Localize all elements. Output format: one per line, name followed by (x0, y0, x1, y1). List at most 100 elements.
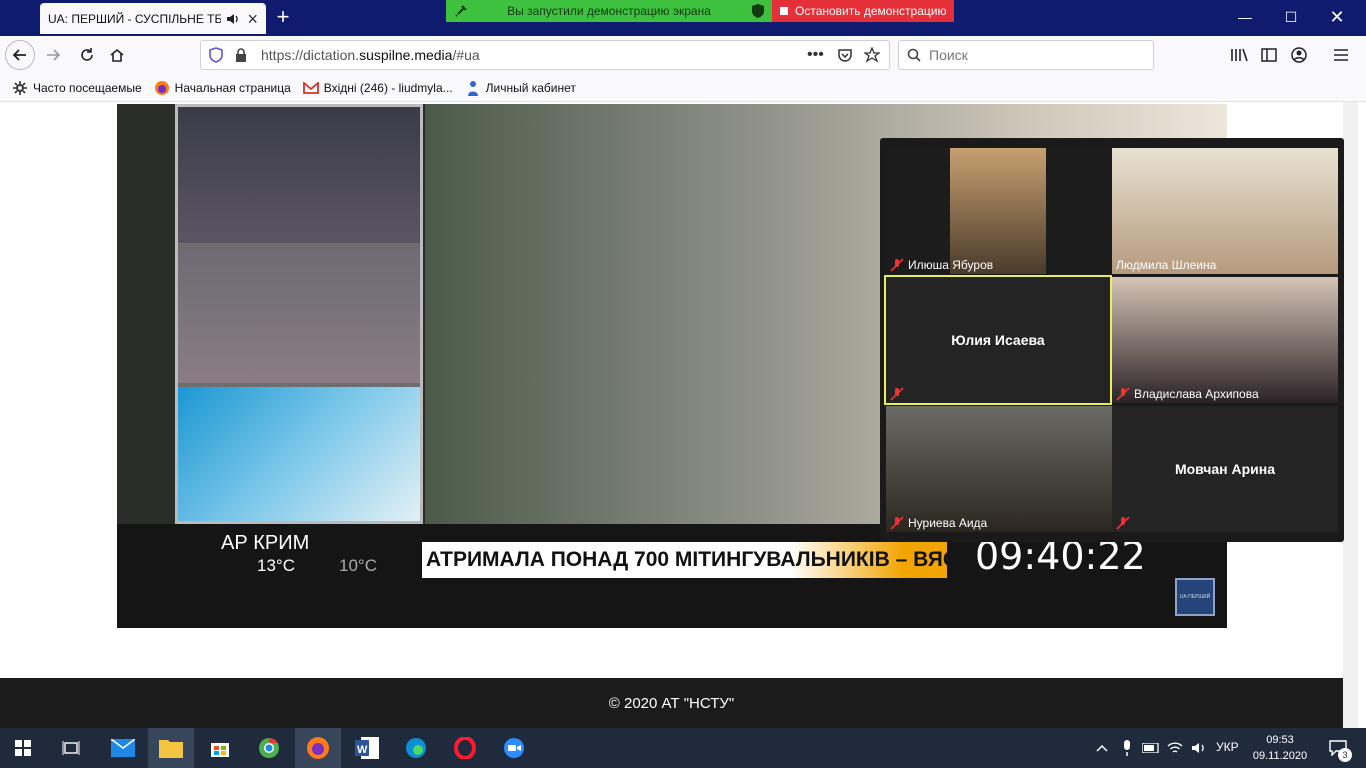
video-left-panel (175, 104, 423, 524)
taskbar-chrome[interactable] (246, 728, 292, 768)
participant-name-center: Юлия Исаева (951, 332, 1045, 348)
notifications-button[interactable]: 3 (1318, 728, 1358, 768)
firefox-icon (307, 737, 329, 759)
taskbar-opera[interactable] (442, 728, 488, 768)
weather-night-temp: 10°C (339, 556, 377, 575)
sidebar-button[interactable] (1254, 40, 1284, 70)
stop-share-button[interactable]: Остановить демонстрацию (772, 0, 954, 22)
participant-video (950, 148, 1046, 274)
chevron-up-icon (1096, 744, 1108, 752)
bookmark-gmail[interactable]: Вхідні (246) - liudmyla... (302, 80, 453, 96)
home-button[interactable] (102, 40, 132, 70)
folder-icon (159, 740, 183, 758)
news-ticker: АТРИМАЛА ПОНАД 700 МІТИНГУВАЛЬНИКІВ – ВЯ… (422, 542, 947, 578)
word-icon: W (355, 737, 379, 759)
taskbar-firefox[interactable] (295, 728, 341, 768)
star-bookmark-icon[interactable] (864, 47, 880, 63)
task-view-button[interactable] (48, 728, 94, 768)
taskbar-mail[interactable] (100, 728, 146, 768)
pin-icon[interactable] (454, 4, 468, 18)
svg-text:W: W (357, 744, 368, 756)
url-text: https://dictation.suspilne.media/#ua (261, 47, 480, 63)
taskbar-edge[interactable] (393, 728, 439, 768)
bookmark-label: Личный кабинет (485, 80, 576, 95)
account-button[interactable] (1284, 40, 1314, 70)
maximize-button[interactable]: ☐ (1268, 0, 1314, 34)
participant-mic (1116, 516, 1134, 530)
copyright-text: © 2020 АТ "НСТУ" (608, 694, 735, 712)
taskbar-zoom[interactable] (491, 728, 537, 768)
weather-day-temp: 13°C (257, 556, 295, 575)
gear-icon (12, 80, 28, 96)
page-actions-icon[interactable]: ••• (807, 46, 824, 64)
task-view-icon (62, 741, 80, 755)
minimize-button[interactable]: — (1222, 0, 1268, 34)
zoom-gallery-panel[interactable]: Илюша Ябуров Людмила Шлеина Юлия Исаева … (880, 138, 1344, 542)
nav-toolbar: https://dictation.suspilne.media/#ua •••… (0, 36, 1366, 74)
participant-tile[interactable]: Людмила Шлеина (1112, 148, 1338, 274)
participant-tile[interactable]: Нуриева Аида (886, 406, 1112, 532)
store-icon (211, 743, 229, 757)
close-tab-icon[interactable]: × (247, 10, 258, 28)
share-message-text: Вы запустили демонстрацию экрана (507, 4, 711, 18)
bookmarks-toolbar: Часто посещаемые Начальная страница Вхід… (0, 74, 1366, 102)
tray-battery[interactable] (1140, 728, 1162, 768)
participant-tile-active[interactable]: Юлия Исаева (884, 275, 1112, 405)
menu-button[interactable] (1326, 40, 1356, 70)
mic-muted-icon (890, 258, 904, 272)
library-button[interactable] (1224, 40, 1254, 70)
battery-icon (1142, 743, 1159, 753)
start-button[interactable] (0, 728, 46, 768)
channel-logo: UA:ПЕРШИЙ (1175, 578, 1215, 616)
tab-active[interactable]: UA: ПЕРШИЙ - СУСПІЛЬНЕ ТБ × (40, 3, 266, 34)
system-clock[interactable]: 09:53 09.11.2020 (1248, 732, 1312, 764)
input-language[interactable]: УКР (1216, 740, 1239, 754)
microphone-icon (1124, 740, 1130, 756)
pocket-icon[interactable] (837, 47, 853, 63)
bookmark-personal-cabinet[interactable]: Личный кабинет (465, 80, 576, 96)
gmail-icon (302, 80, 319, 96)
forward-button[interactable] (38, 40, 68, 70)
windows-taskbar: W УКР 09:53 09.11.2020 3 (0, 728, 1366, 768)
participant-tile[interactable]: Владислава Архипова (1112, 277, 1338, 403)
search-bar[interactable]: Поиск (898, 40, 1154, 70)
url-bar[interactable]: https://dictation.suspilne.media/#ua ••• (200, 40, 890, 70)
reload-icon (81, 48, 93, 61)
bookmark-start-page[interactable]: Начальная страница (154, 80, 291, 96)
screen-share-message: Вы запустили демонстрацию экрана (446, 0, 772, 22)
tracking-shield-icon[interactable] (209, 47, 223, 63)
mic-muted-icon (890, 516, 904, 530)
windows-logo-icon (15, 740, 31, 756)
lock-icon[interactable] (235, 48, 247, 62)
new-tab-button[interactable]: + (272, 6, 294, 28)
page-footer: © 2020 АТ "НСТУ" (0, 678, 1343, 728)
taskbar-store[interactable] (197, 728, 243, 768)
account-icon (1291, 47, 1307, 63)
sidebar-icon (1261, 48, 1277, 62)
participant-tile[interactable]: Илюша Ябуров (886, 148, 1112, 274)
participant-tile[interactable]: Мовчан Арина (1112, 406, 1338, 532)
edge-icon (406, 738, 426, 758)
tray-expand-button[interactable] (1090, 728, 1114, 768)
back-button[interactable] (5, 40, 35, 70)
search-icon (907, 48, 921, 62)
taskbar-word[interactable]: W (344, 728, 390, 768)
bookmark-most-visited[interactable]: Часто посещаемые (12, 80, 142, 96)
user-icon (465, 80, 481, 96)
arrow-left-icon (12, 49, 26, 61)
taskbar-file-explorer[interactable] (148, 728, 194, 768)
page-scrollbar[interactable] (1343, 102, 1358, 728)
firefox-icon (154, 80, 170, 96)
tray-wifi[interactable] (1164, 728, 1186, 768)
speaker-icon[interactable] (225, 11, 241, 27)
tray-microphone[interactable] (1116, 728, 1138, 768)
opera-icon (454, 737, 476, 759)
participant-name: Нуриева Аида (890, 516, 987, 530)
home-icon (110, 48, 124, 62)
reload-button[interactable] (72, 40, 102, 70)
zoom-icon (504, 738, 524, 758)
bookmark-label: Вхідні (246) - liudmyla... (323, 80, 453, 95)
close-window-button[interactable]: ✕ (1314, 0, 1360, 34)
search-placeholder: Поиск (929, 47, 968, 63)
tray-volume[interactable] (1188, 728, 1210, 768)
